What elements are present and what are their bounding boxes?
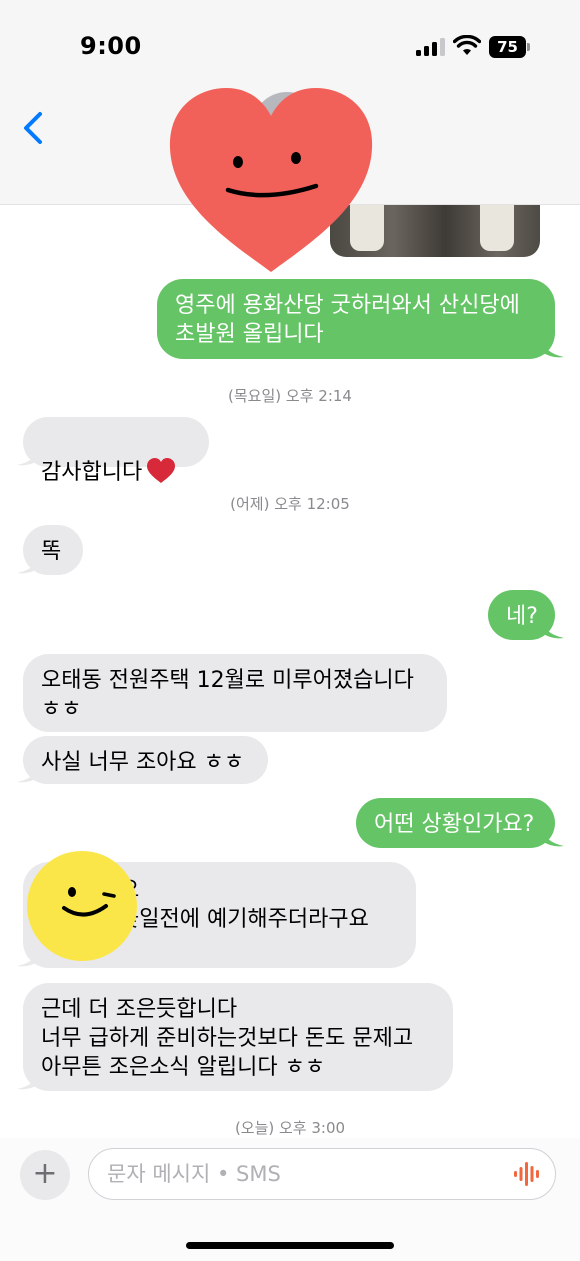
bubble-tail <box>17 1069 41 1090</box>
message-bubble-incoming[interactable]: 근데 더 조은듯합니다 너무 급하게 준비하는것보다 돈도 문제고 아무튼 조은… <box>23 983 453 1091</box>
message-bubble-outgoing[interactable]: 어떤 상황인가요? <box>356 798 555 848</box>
status-bar: 9:00 75 <box>0 0 580 92</box>
messages-screen: 9:00 75 영주에 용화산당 굿하러와서 산신당에 초발원 올립니다 (목요… <box>0 0 580 1261</box>
add-attachment-button[interactable]: + <box>20 1150 70 1200</box>
timestamp: (어제) 오후 12:05 <box>230 495 350 513</box>
plus-icon: + <box>32 1156 58 1191</box>
battery-level: 75 <box>497 38 518 56</box>
bubble-tail <box>17 762 41 783</box>
message-input-placeholder: 문자 메시지 • SMS <box>107 1162 281 1186</box>
dictation-waveform-icon[interactable] <box>513 1161 541 1187</box>
cellular-signal-icon <box>416 38 445 56</box>
bubble-tail <box>17 553 41 574</box>
compose-bar: + 문자 메시지 • SMS <box>0 1138 580 1261</box>
bubble-tail <box>540 337 564 358</box>
bubble-tail <box>540 618 564 639</box>
status-time: 9:00 <box>80 32 142 60</box>
message-bubble-incoming[interactable]: 감사합니다 <box>23 417 209 485</box>
chevron-left-icon[interactable] <box>18 108 52 148</box>
bubble-tail <box>17 445 41 466</box>
bubble-tail <box>540 826 564 847</box>
timestamp: (오늘) 오후 3:00 <box>234 1119 346 1137</box>
home-indicator <box>186 1242 394 1249</box>
message-input[interactable]: 문자 메시지 • SMS <box>88 1148 556 1200</box>
message-bubble-incoming[interactable]: 사실 너무 조아요 ㅎㅎ <box>23 736 268 784</box>
heart-face-sticker <box>169 88 373 272</box>
message-bubble-incoming[interactable]: 오태동 전원주택 12월로 미루어졌습니다 ㅎㅎ <box>23 654 447 732</box>
wifi-icon <box>453 35 481 55</box>
message-text: 감사합니다 <box>41 460 143 485</box>
battery-icon: 75 <box>489 36 531 58</box>
red-heart-emoji-icon <box>147 458 176 483</box>
message-bubble-outgoing[interactable]: 영주에 용화산당 굿하러와서 산신당에 초발원 올립니다 <box>157 279 555 359</box>
timestamp: (목요일) 오후 2:14 <box>228 387 352 405</box>
wink-face-sticker <box>27 851 137 961</box>
